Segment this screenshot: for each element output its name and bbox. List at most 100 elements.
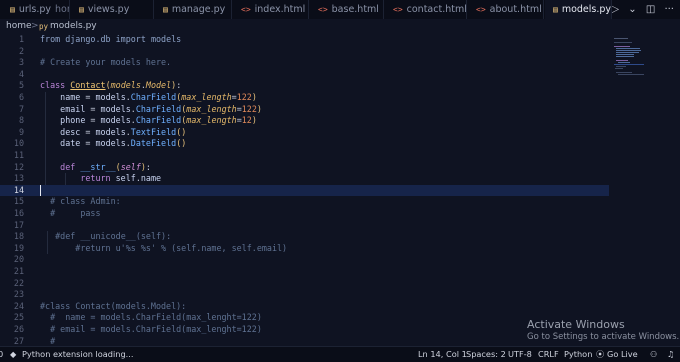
code-token: 122 [241, 103, 257, 114]
code-line[interactable]: 8 phone = models.CharField(max_length=12… [0, 115, 680, 127]
code-line[interactable]: 7 email = models.CharField(max_length=12… [0, 104, 680, 116]
code-text: #class Contact(models.Model): [40, 301, 186, 313]
tab-divider [383, 0, 384, 19]
code-line[interactable]: 14 [0, 184, 609, 197]
code-editor[interactable]: 1 from django.db import models 2 3 # Create … [0, 34, 680, 346]
code-line[interactable]: 22 [0, 278, 680, 290]
code-line[interactable]: 1 from django.db import models [0, 34, 680, 46]
tab-label: models.py [561, 4, 611, 15]
python-extension-status[interactable]: Python extension loading... [22, 347, 133, 362]
tab-divider [543, 0, 544, 19]
code-token: 12 [241, 115, 252, 126]
tab-views-py[interactable]: ▤ views.py [71, 0, 153, 19]
tab-about-html[interactable]: <> about.html [468, 0, 543, 19]
line-ending-setting[interactable]: CRLF [538, 347, 559, 362]
code-line[interactable]: 19 #return u'%s %s' % (self.name, self.e… [0, 243, 680, 255]
code-token: Model [145, 80, 172, 91]
line-number: 16 [13, 208, 24, 218]
activate-windows-subtitle: Go to Settings to activate Windows. [527, 332, 680, 342]
line-number: 13 [13, 173, 24, 184]
code-token: max_length [181, 92, 232, 102]
code-line[interactable]: 18 #def __unicode__(self): [0, 231, 680, 243]
tab-models-py[interactable]: ▤models.py× [545, 0, 611, 19]
code-token: () [176, 138, 187, 149]
notification-icon[interactable]: ◆ [10, 347, 16, 362]
line-number: 2 [18, 45, 24, 56]
code-token: = [80, 126, 96, 137]
line-number: 17 [13, 219, 24, 230]
tab-urls-py[interactable]: ▤urls.pyhome [2, 0, 69, 19]
account-icon[interactable]: ⚇ [650, 347, 657, 362]
code-token: self [120, 161, 141, 172]
code-line[interactable]: 6 name = models.CharField(max_length=122… [0, 92, 680, 104]
run-icon[interactable]: ▷ [611, 0, 619, 19]
language-mode[interactable]: Python [564, 347, 592, 362]
breadcrumb-folder[interactable]: home [6, 19, 32, 34]
code-line[interactable]: 16 # pass [0, 208, 680, 220]
code-token: CharField [135, 115, 182, 126]
editor-tab-bar: ▷ ⌄ ◫ ··· ▤urls.pyhome▤views.py▤manage.p… [0, 0, 680, 20]
tab-label: index.html [254, 4, 306, 15]
breadcrumb-file[interactable]: models.py [50, 19, 97, 34]
code-line[interactable]: 10 date = models.DateField() [0, 138, 680, 150]
code-line[interactable]: 5 class Contact(models.Model): [0, 80, 680, 92]
code-line[interactable]: 13 return self.name [0, 173, 680, 185]
python-file-icon: ▤ [553, 5, 558, 14]
minimap[interactable] [614, 36, 644, 96]
code-line[interactable]: 3 # Create your models here. [0, 57, 680, 69]
code-token: name [140, 173, 162, 184]
code-token: #return u'%s %s' % (self.name, self.emai… [75, 242, 288, 253]
code-text: return self.name [40, 173, 161, 185]
breadcrumb: home > py models.py [0, 19, 680, 34]
code-token: # class Admin: [50, 196, 121, 207]
code-line[interactable]: 12 def __str__(self): [0, 162, 680, 174]
tab-base-html[interactable]: <> base.html [310, 0, 383, 19]
code-line[interactable]: 21 [0, 266, 680, 278]
code-token: models [100, 103, 131, 114]
problems-count[interactable]: 0 [0, 347, 3, 362]
code-line[interactable]: 24 #class Contact(models.Model): [0, 301, 680, 313]
code-line[interactable]: 11 [0, 150, 680, 162]
bell-icon[interactable]: ♫ [667, 347, 674, 362]
code-token: email [60, 103, 86, 114]
go-live-icon[interactable]: ⦿ [596, 347, 604, 362]
chevron-down-icon[interactable]: ⌄ [628, 0, 636, 19]
code-line[interactable]: 20 [0, 254, 680, 266]
line-number: 27 [13, 335, 24, 346]
code-line[interactable]: 2 [0, 46, 680, 58]
code-token: DateField [130, 138, 177, 149]
line-number: 3 [18, 57, 24, 68]
line-number: 1 [18, 34, 24, 44]
split-editor-icon[interactable]: ◫ [646, 0, 655, 19]
code-token: import [115, 34, 151, 44]
code-line[interactable]: 9 desc = models.TextField() [0, 127, 680, 139]
more-actions-icon[interactable]: ··· [664, 0, 674, 19]
code-token: max_length [186, 103, 237, 114]
tab-label: views.py [87, 4, 130, 15]
code-text: # class Admin: [40, 196, 121, 208]
line-number: 4 [18, 68, 24, 79]
tab-description: home [55, 4, 69, 15]
code-line[interactable]: 4 [0, 69, 680, 81]
code-token: = [80, 92, 96, 102]
tab-manage-py[interactable]: ▤ manage.py [155, 0, 231, 19]
go-live-button[interactable]: Go Live [607, 347, 638, 362]
code-line[interactable]: 15 # class Admin: [0, 196, 680, 208]
line-number: 9 [18, 126, 24, 137]
indent-guide [65, 173, 66, 185]
code-line[interactable]: 23 [0, 289, 680, 301]
encoding-setting[interactable]: UTF-8 [508, 347, 532, 362]
tab-index-html[interactable]: <> index.html [233, 0, 308, 19]
code-line[interactable]: 17 [0, 220, 680, 232]
code-token: # name = models.CharField(max_lenght=122… [40, 312, 262, 323]
code-text: # email = models.CharField(max_lenght=12… [40, 324, 262, 336]
python-file-icon: py [39, 22, 49, 31]
cursor-position[interactable]: Ln 14, Col 1 [418, 347, 467, 362]
indentation-setting[interactable]: Spaces: 2 [466, 347, 506, 362]
tab-divider [231, 0, 232, 19]
tab-contact-html[interactable]: <> contact.html [385, 0, 466, 19]
code-token: models [95, 92, 126, 102]
